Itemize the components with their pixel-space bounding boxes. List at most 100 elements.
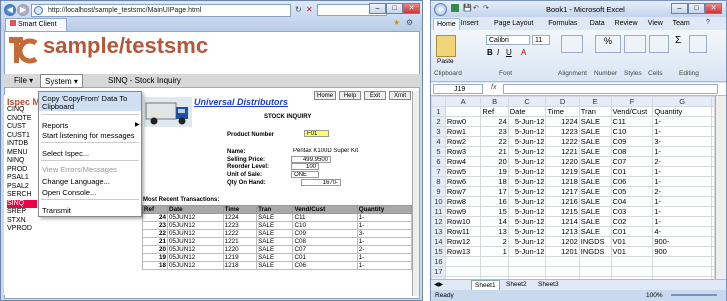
cell[interactable]: C06 [610,176,654,187]
ribbon-tab[interactable]: Insert [458,18,482,30]
office-button-icon[interactable] [434,3,447,16]
menu-item-copy-clipboard[interactable]: Clipboard [42,102,74,111]
cell[interactable]: Row5 [444,166,482,177]
cell[interactable]: C10 [610,126,654,137]
font-color-icon[interactable]: A [521,48,526,57]
sidebar-item[interactable]: NINQ [7,157,25,165]
form-button[interactable]: Help [339,91,361,100]
cell[interactable]: 5-Jun-12 [507,156,547,167]
menu-item-open-console[interactable]: Open Console... [42,188,96,197]
sidebar-item[interactable]: PSAL2 [7,183,29,191]
row-header[interactable]: 16 [431,256,446,267]
cell[interactable]: 5-Jun-12 [507,246,547,257]
table-row[interactable]: 22 05JUN12 1222 SALE C09 3- [141,229,413,238]
cell[interactable]: 1- [652,196,712,207]
cell[interactable]: 5-Jun-12 [507,146,547,157]
cell[interactable]: 15 [480,206,509,217]
cell[interactable]: 23 [480,126,509,137]
cell[interactable]: SALE [578,136,612,147]
cell[interactable]: 13 [480,226,509,237]
table-row[interactable]: 20 05JUN12 1220 SALE C07 2- [141,245,413,254]
sidebar-item[interactable]: MENU [7,149,28,157]
fx-icon[interactable]: fx [491,84,496,91]
select-all-corner[interactable] [431,96,446,107]
table-row[interactable]: 23 05JUN12 1223 SALE C10 1- [141,221,413,230]
cell[interactable]: 1221 [545,146,580,157]
cell[interactable]: SALE [578,156,612,167]
cell[interactable]: SALE [578,216,612,227]
cell[interactable]: 5-Jun-12 [507,226,547,237]
cell[interactable] [578,266,612,277]
row-header[interactable]: 6 [431,156,446,167]
font-size-select[interactable]: 11 [532,35,550,45]
cell[interactable]: 1222 [545,136,580,147]
cell[interactable]: 5-Jun-12 [507,116,547,127]
sidebar-item[interactable]: SINQ [7,199,37,208]
underline-icon[interactable]: U [506,48,512,57]
excel-minimize-icon[interactable]: – [671,3,688,14]
cell[interactable]: SALE [578,206,612,217]
cell[interactable]: Row7 [444,186,482,197]
cell[interactable]: C01 [610,226,654,237]
cell[interactable]: SALE [578,226,612,237]
sidebar-item[interactable]: CINQ [7,106,25,114]
back-icon[interactable]: ◀ [4,4,16,16]
menu-item-reports[interactable]: Reports [42,121,68,130]
ribbon-tab[interactable]: Formulas [545,18,580,30]
cell[interactable]: C01 [610,166,654,177]
cell[interactable]: 1213 [545,226,580,237]
row-header[interactable]: 14 [431,236,446,247]
forward-icon[interactable]: ▶ [17,4,29,16]
cell[interactable]: 900 [652,246,712,257]
cell[interactable]: C11 [610,116,654,127]
cell[interactable]: 1214 [545,216,580,227]
cell[interactable]: 5-Jun-12 [507,126,547,137]
cell[interactable]: 1223 [545,126,580,137]
table-row[interactable]: 18 05JUN12 1218 SALE C06 1- [141,261,413,270]
cell[interactable]: Row0 [444,116,482,127]
cell[interactable]: Row1 [444,126,482,137]
menu-file[interactable]: File ▾ [10,74,37,88]
cell[interactable]: C02 [610,216,654,227]
form-button[interactable]: Exit [364,91,386,100]
cell[interactable]: C05 [610,186,654,197]
cell[interactable]: 1 [480,246,509,257]
cell[interactable]: 5-Jun-12 [507,196,547,207]
cell[interactable]: Row9 [444,206,482,217]
save-icon[interactable]: 💾 [463,4,472,12]
cell[interactable]: 1220 [545,156,580,167]
sheet-tab[interactable]: Sheet2 [503,280,530,290]
row-header[interactable]: 8 [431,176,446,187]
cell[interactable] [652,256,712,267]
excel-close-icon[interactable]: ✕ [705,3,722,14]
cell[interactable]: Row11 [444,226,482,237]
cell[interactable]: 1- [652,126,712,137]
cell[interactable]: 5-Jun-12 [507,216,547,227]
cell[interactable]: 2- [652,156,712,167]
cell[interactable]: 16 [480,196,509,207]
row-header[interactable]: 10 [431,196,446,207]
name-box[interactable]: J19 [433,84,483,94]
zoom-slider[interactable] [671,294,717,296]
paste-icon[interactable] [436,35,456,57]
cell[interactable]: C09 [610,136,654,147]
cell[interactable]: Row13 [444,246,482,257]
excel-maximize-icon[interactable]: □ [688,3,705,14]
cell[interactable] [507,266,547,277]
row-header[interactable]: 13 [431,226,446,237]
table-row[interactable]: 21 05JUN12 1221 SALE C08 1- [141,237,413,246]
sidebar-item[interactable]: STXN [7,217,26,225]
column-header[interactable]: A [444,96,482,107]
page-scrollbar[interactable] [412,91,419,296]
menu-item-change-language[interactable]: Change Language... [42,177,110,186]
cell[interactable] [444,106,482,117]
cells-icon[interactable] [649,35,669,53]
cell[interactable]: INGDS [578,236,612,247]
cell[interactable]: 1218 [545,176,580,187]
row-header[interactable]: 12 [431,216,446,227]
ribbon-tab[interactable]: Page Layout [491,18,536,30]
cell[interactable]: C07 [610,156,654,167]
cell[interactable]: 1- [652,206,712,217]
italic-icon[interactable]: I [497,48,499,57]
cell[interactable]: 1202 [545,236,580,247]
